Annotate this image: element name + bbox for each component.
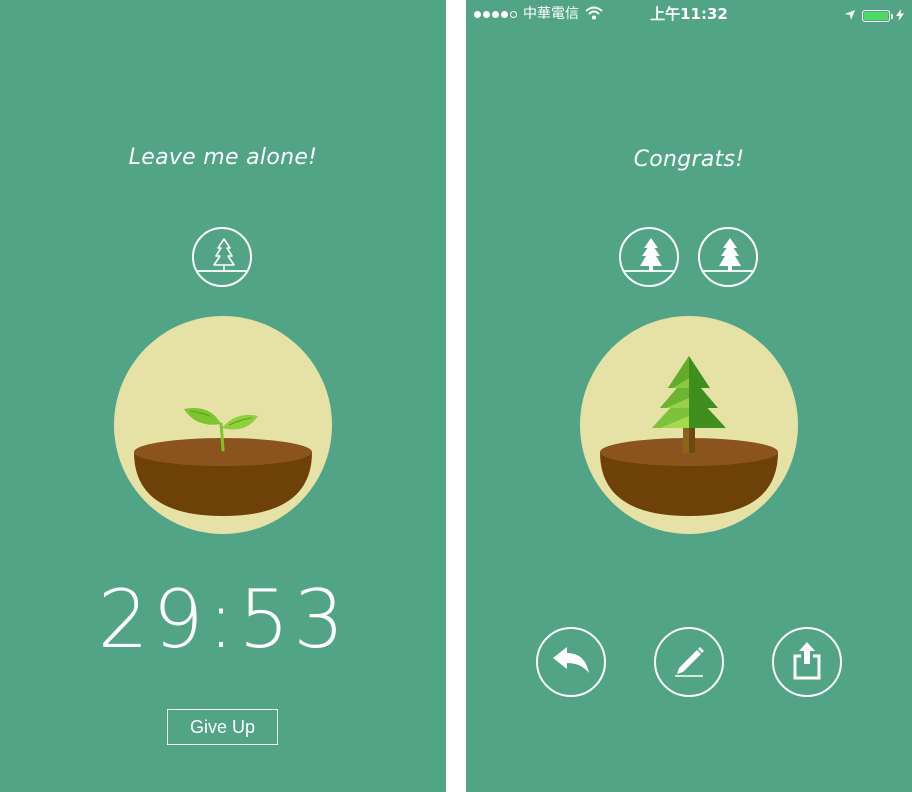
tree-outline-icon bbox=[192, 227, 252, 287]
edit-pencil-icon bbox=[671, 642, 707, 682]
countdown-timer: 29:53 bbox=[97, 573, 349, 666]
give-up-button[interactable]: Give Up bbox=[167, 709, 278, 745]
plant-pot bbox=[580, 316, 798, 534]
charging-bolt-icon bbox=[896, 6, 904, 25]
focus-screen: Leave me alone! 29:53 Give Up bbox=[0, 0, 446, 792]
congrats-message: Congrats! bbox=[633, 147, 745, 172]
location-arrow-icon bbox=[844, 6, 856, 25]
focus-message: Leave me alone! bbox=[128, 145, 318, 170]
share-icon bbox=[792, 640, 822, 684]
tree-filled-icon bbox=[619, 227, 679, 287]
plant-pot bbox=[114, 316, 332, 534]
congrats-screen: 中華電信 上午11:32 Congrats! bbox=[466, 0, 912, 792]
back-button[interactable] bbox=[536, 627, 606, 697]
status-bar: 中華電信 上午11:32 bbox=[466, 0, 912, 30]
battery-icon bbox=[862, 9, 893, 22]
tree-filled-icon bbox=[698, 227, 758, 287]
back-icon bbox=[551, 645, 591, 679]
share-button[interactable] bbox=[772, 627, 842, 697]
edit-button[interactable] bbox=[654, 627, 724, 697]
